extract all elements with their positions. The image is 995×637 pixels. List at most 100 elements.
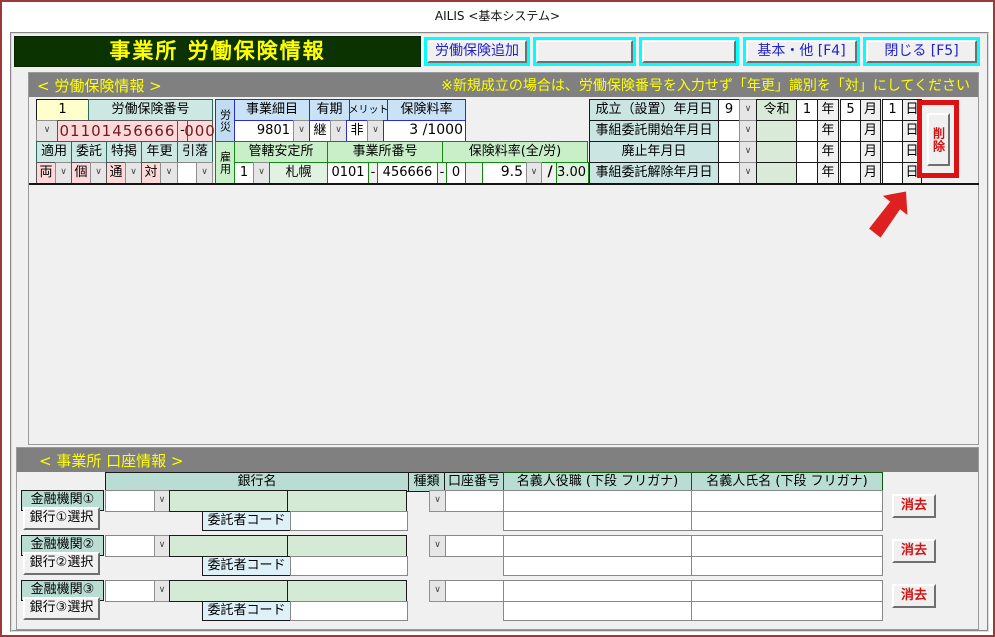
date-code-field-3[interactable]: [718, 162, 740, 184]
basic-other-button[interactable]: 基本・他 [F4]: [746, 40, 857, 63]
bank3-role-field[interactable]: [503, 580, 692, 602]
bank-col-type: 種類: [408, 472, 445, 492]
bank1-role-kana-field[interactable]: [503, 511, 692, 531]
bank2-role-field[interactable]: [503, 535, 692, 557]
bank3-type-dropdown[interactable]: ∨: [429, 580, 446, 602]
bank2-clear-button[interactable]: 消去: [892, 539, 936, 563]
bank1-type-dropdown[interactable]: ∨: [429, 490, 446, 512]
bank2-consignor-field[interactable]: [290, 556, 408, 576]
bank2-account-field[interactable]: [445, 535, 504, 557]
koyo-rate-dropdown[interactable]: ∨: [526, 162, 542, 184]
bank2-type-dropdown[interactable]: ∨: [429, 535, 446, 557]
bank1-holder-kana-field[interactable]: [691, 511, 883, 531]
date-year-field-0[interactable]: 1: [796, 99, 818, 121]
date-year-field-2[interactable]: [796, 141, 818, 163]
bank2-name-field[interactable]: [169, 535, 288, 557]
bank1-select-button[interactable]: 銀行①選択: [23, 507, 100, 530]
date-day-field-1[interactable]: [882, 120, 903, 142]
bank3-clear-button[interactable]: 消去: [892, 584, 936, 608]
rosai-saimoku-field[interactable]: 9801: [234, 120, 294, 142]
flag-dropdown-nenkou[interactable]: ∨: [160, 162, 178, 184]
close-button[interactable]: 閉じる [F5]: [866, 40, 977, 63]
flag-dropdown-tokkei[interactable]: ∨: [125, 162, 142, 184]
bank3-role-kana-field[interactable]: [503, 601, 692, 621]
bank2-select-button[interactable]: 銀行②選択: [23, 552, 100, 575]
flag-value-itaku[interactable]: 個: [71, 162, 91, 184]
flag-value-tokkei[interactable]: 通: [106, 162, 126, 184]
bank3-code-field[interactable]: [105, 580, 155, 602]
date-code-field-1[interactable]: [718, 120, 740, 142]
bank2-code-field[interactable]: [105, 535, 155, 557]
blank-button-2[interactable]: [642, 40, 736, 63]
bank2-branch-field[interactable]: [287, 535, 407, 557]
date-code-dropdown-3[interactable]: ∨: [739, 162, 757, 184]
date-code-field-0[interactable]: 9: [718, 99, 740, 121]
flag-dropdown-tekiyou[interactable]: ∨: [55, 162, 72, 184]
bank3-select-button[interactable]: 銀行③選択: [23, 597, 100, 620]
bank2-holder-kana-field[interactable]: [691, 556, 883, 576]
date-year-unit-0: 年: [817, 99, 839, 121]
koyo-office-no-2[interactable]: 456666: [377, 162, 438, 184]
bank1-role-field[interactable]: [503, 490, 692, 512]
bank1-code-field[interactable]: [105, 490, 155, 512]
dropdown-arrow-icon: ∨: [258, 168, 265, 178]
rosai-merit-field[interactable]: 非: [346, 120, 368, 142]
bank3-holder-kana-field[interactable]: [691, 601, 883, 621]
date-year-field-1[interactable]: [796, 120, 818, 142]
add-labor-insurance-button[interactable]: 労働保険追加: [427, 40, 527, 63]
date-month-unit-2: 月: [860, 141, 881, 163]
date-month-field-2[interactable]: [840, 141, 861, 163]
rosai-yuki-dropdown[interactable]: ∨: [330, 120, 347, 142]
date-day-field-2[interactable]: [882, 141, 903, 163]
bank2-code-dropdown[interactable]: ∨: [154, 535, 170, 557]
dropdown-arrow-icon: ∨: [745, 168, 752, 178]
rosai-yuki-field[interactable]: 継: [309, 120, 331, 142]
koyo-office-no-1[interactable]: 0101: [327, 162, 369, 184]
bank1-code-dropdown[interactable]: ∨: [154, 490, 170, 512]
date-month-field-3[interactable]: [840, 162, 861, 184]
bank3-consignor-field[interactable]: [290, 601, 408, 621]
bank3-code-dropdown[interactable]: ∨: [154, 580, 170, 602]
date-code-dropdown-1[interactable]: ∨: [739, 120, 757, 142]
date-day-field-0[interactable]: 1: [882, 99, 903, 121]
bank3-name-field[interactable]: [169, 580, 288, 602]
flag-dropdown-itaku[interactable]: ∨: [90, 162, 107, 184]
date-code-dropdown-2[interactable]: ∨: [739, 141, 757, 163]
date-code-dropdown-0[interactable]: ∨: [739, 99, 757, 121]
insurance-number-dropdown[interactable]: ∨: [36, 120, 58, 142]
bank1-clear-button[interactable]: 消去: [892, 494, 936, 518]
bank1-branch-field[interactable]: [287, 490, 407, 512]
koyo-antei-name: 札幌: [269, 162, 328, 184]
koyo-antei-dropdown[interactable]: ∨: [253, 162, 270, 184]
flag-value-nenkou[interactable]: 対: [141, 162, 161, 184]
form-divider-line: [29, 183, 979, 185]
koyo-rate-total-field[interactable]: 9.5: [482, 162, 527, 184]
flag-dropdown-hikiotoshi[interactable]: ∨: [196, 162, 213, 184]
rosai-saimoku-dropdown[interactable]: ∨: [293, 120, 310, 142]
bank1-name-field[interactable]: [169, 490, 288, 512]
koyo-antei-code-field[interactable]: 1: [234, 162, 254, 184]
flag-value-tekiyou[interactable]: 両: [36, 162, 56, 184]
date-month-field-0[interactable]: 5: [840, 99, 861, 121]
bank2-role-kana-field[interactable]: [503, 556, 692, 576]
bank3-account-field[interactable]: [445, 580, 504, 602]
bank3-branch-field[interactable]: [287, 580, 407, 602]
bank2-holder-field[interactable]: [691, 535, 883, 557]
koyo-rate-worker-field[interactable]: 3.00: [556, 162, 589, 184]
koyo-office-no-3[interactable]: 0: [446, 162, 466, 184]
insurance-number-main-field[interactable]: 01101456666: [57, 120, 178, 142]
bank1-consignor-field[interactable]: [290, 511, 408, 531]
bank1-account-field[interactable]: [445, 490, 504, 512]
delete-annotation-box: [917, 100, 959, 178]
date-year-field-3[interactable]: [796, 162, 818, 184]
dropdown-arrow-icon: ∨: [434, 541, 441, 551]
date-code-field-2[interactable]: [718, 141, 740, 163]
rosai-rate-field[interactable]: 3 /1000: [383, 120, 466, 142]
date-month-field-1[interactable]: [840, 120, 861, 142]
flag-value-hikiotoshi[interactable]: [177, 162, 197, 184]
bank1-holder-field[interactable]: [691, 490, 883, 512]
insurance-number-branch-field[interactable]: 000: [187, 120, 213, 142]
rosai-merit-dropdown[interactable]: ∨: [367, 120, 384, 142]
blank-button-1[interactable]: [536, 40, 633, 63]
bank3-holder-field[interactable]: [691, 580, 883, 602]
